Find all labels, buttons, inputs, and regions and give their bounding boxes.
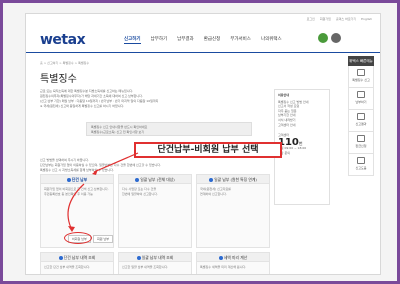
card-batch-pay-linked: 일괄 납부 (원천 특징 연계) 국세(원천세) 신고자료를 연계하여 신고합니다… [196, 174, 270, 248]
sidebar-line[interactable]: 고객센터 안내 [278, 123, 326, 128]
green-circle-icon[interactable] [318, 33, 328, 43]
nav-item-refund[interactable]: 환급신청 [204, 36, 221, 44]
counter-line: 상담 문의 [278, 150, 290, 155]
nav-underline [26, 52, 380, 53]
card-title[interactable]: 일괄 납부 내역 조회 [119, 253, 191, 262]
help-icon [357, 157, 365, 165]
card-title[interactable]: 세액 미리 계산 [197, 253, 269, 262]
list-icon [357, 113, 365, 121]
intro-text: 근로 또는 퇴직소득에 대한 특별징수분 지방소득세를 신고하는 메뉴입니다. … [40, 89, 159, 108]
notice-box: 특별징수 신고 안내사항을 반드시 확인하세요 특별징수(근로소득) 신고 전 … [86, 122, 252, 136]
card-single-history: 단건 납부 내역 조회 신고한 단건 납부 내역을 조회합니다. [40, 252, 114, 274]
utility-links: 로그인 회원가입 홈택스 바로가기 English [303, 17, 372, 21]
sidebar-header: 이용안내 [278, 93, 290, 97]
member-pay-button[interactable]: 회원 납부 [93, 235, 113, 243]
site-logo[interactable]: wetax [40, 32, 86, 48]
quick-item-refund[interactable]: 환급신청 [348, 132, 374, 155]
card-title[interactable]: 단건 납부 내역 조회 [41, 253, 113, 262]
nav-item-extra[interactable]: 부가서비스 [230, 36, 251, 44]
gray-circle-icon[interactable] [331, 33, 341, 43]
card-batch-pay-all: 일괄 납부 (전체 대상) 다수 사업장 또는 다수 건을 한번에 일괄하여 신고… [118, 174, 192, 248]
card-tax-calculator: 세액 미리 계산 특별징수 세액을 미리 계산해 봅니다. [196, 252, 270, 274]
quick-item-file[interactable]: 특별징수 신고 [348, 66, 374, 89]
refund-icon [357, 135, 365, 143]
nav-item-pay[interactable]: 납부하기 [151, 36, 168, 44]
quick-menu: 위택스 빠른메뉴 특별징수 신고 납부하기 신고결과 환급신청 신고도움 [348, 56, 374, 177]
quick-item-help[interactable]: 신고도움 [348, 154, 374, 177]
screenshot-frame: 로그인 회원가입 홈택스 바로가기 English wetax 신고하기 납부하… [0, 0, 400, 284]
bullet-icon [218, 256, 223, 260]
quick-item-result[interactable]: 신고결과 [348, 110, 374, 133]
main-nav: 신고하기 납부하기 납부결과 환급신청 부가서비스 나의위택스 [124, 36, 292, 44]
card-title: 일괄 납부 (전체 대상) [119, 175, 191, 184]
wetax-page: 로그인 회원가입 홈택스 바로가기 English wetax 신고하기 납부하… [25, 13, 381, 275]
util-link-english[interactable]: English [361, 17, 372, 21]
nav-item-result[interactable]: 납부결과 [177, 36, 194, 44]
quick-menu-header: 위택스 빠른메뉴 [348, 56, 374, 67]
quick-item-pay[interactable]: 납부하기 [348, 88, 374, 111]
bullet-icon [136, 256, 141, 260]
document-icon [357, 69, 365, 77]
highlight-circle [64, 232, 92, 244]
nav-item-my[interactable]: 나의위택스 [261, 36, 282, 44]
bullet-icon [209, 178, 214, 182]
page-title: 특별징수 [40, 74, 77, 85]
card-batch-history: 일괄 납부 내역 조회 신고한 일괄 납부 내역을 조회합니다. [118, 252, 192, 274]
annotation-callout: 단건납부-비회원 납부 선택 [134, 142, 282, 158]
util-link-hometax[interactable]: 홈택스 바로가기 [336, 17, 356, 21]
util-link-join[interactable]: 회원가입 [320, 17, 331, 21]
nav-item-file[interactable]: 신고하기 [124, 36, 141, 44]
util-link-login[interactable]: 로그인 [307, 17, 315, 21]
nav-icons [318, 33, 344, 43]
info-sidebar: 이용안내 특별징수 신고 방법 안내 신고서 작성 요령 자주 묻는 질문 납부… [274, 89, 330, 205]
bullet-icon [58, 256, 63, 260]
breadcrumb: 홈 > 신고하기 > 특별징수 > 특별징수 [40, 61, 90, 65]
card-title: 일괄 납부 (원천 특징 연계) [197, 175, 269, 184]
bullet-icon [66, 178, 71, 182]
card-icon [357, 91, 365, 99]
card-title: 단건 납부 [41, 175, 113, 184]
bullet-icon [135, 178, 140, 182]
